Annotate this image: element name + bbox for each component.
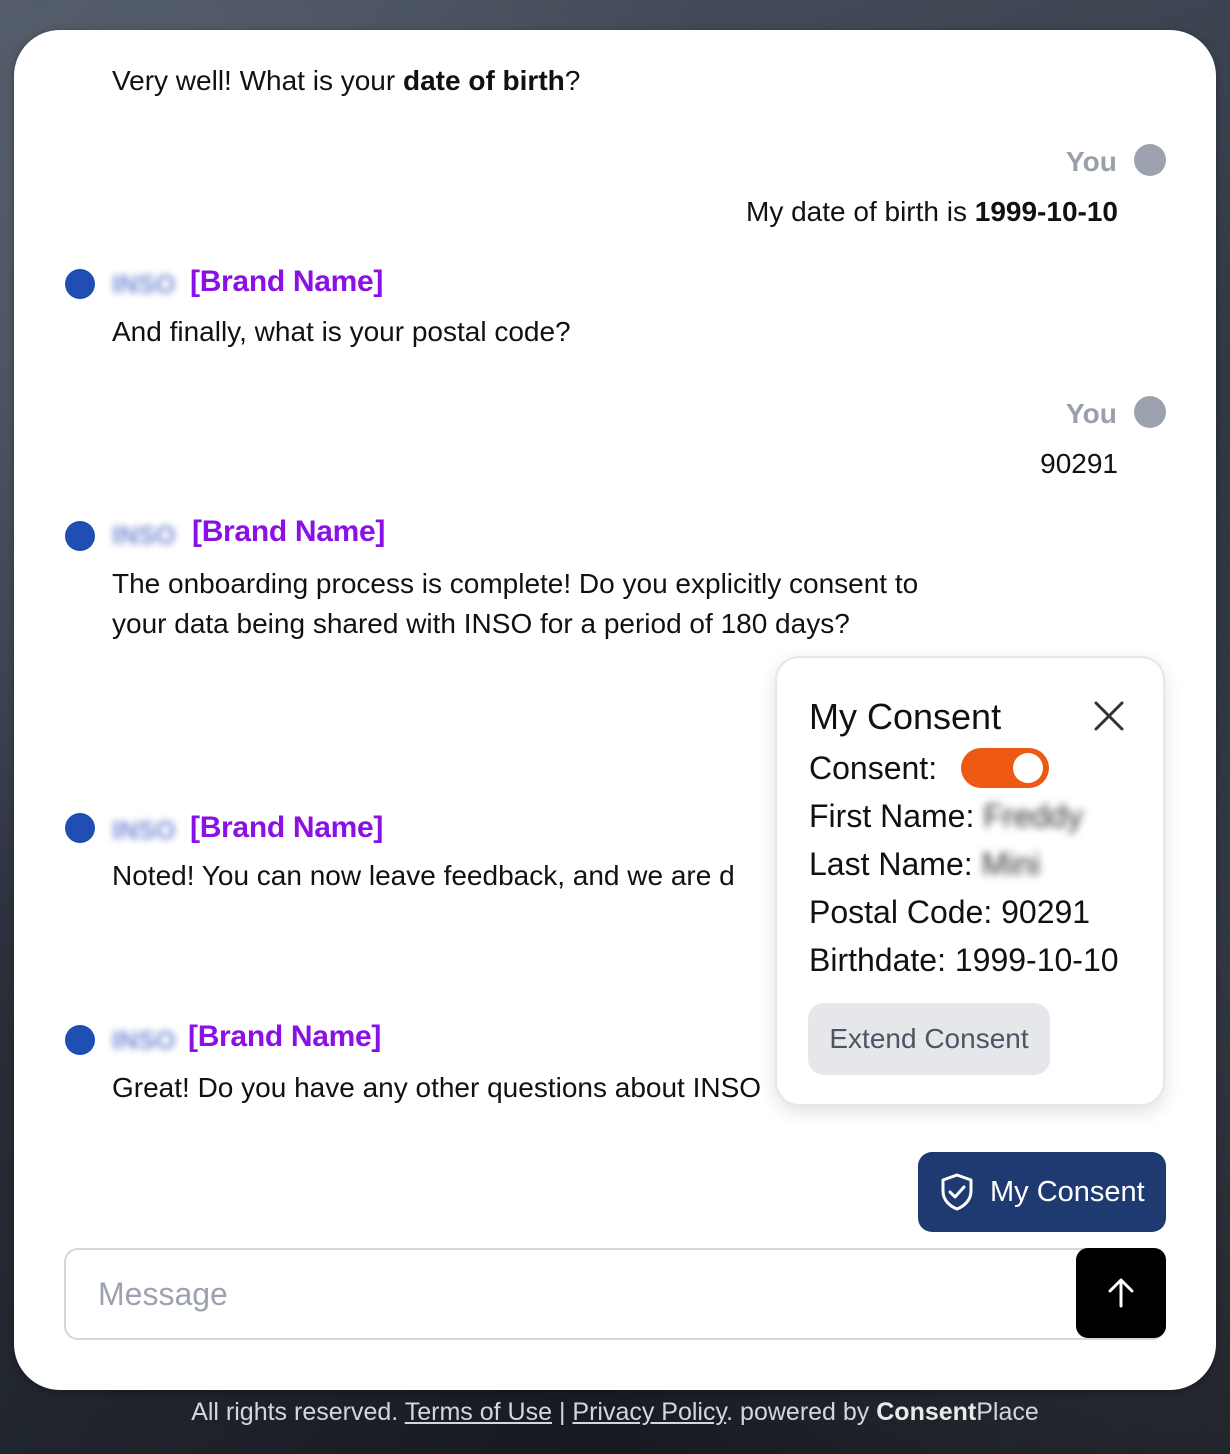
bot-name-blurred: INSO: [112, 520, 176, 550]
first-name-row: First Name: Freddy: [809, 798, 1083, 834]
terms-link[interactable]: Terms of Use: [405, 1398, 552, 1426]
consentplace-logo: ConsentPlace: [876, 1398, 1039, 1426]
message-input[interactable]: [98, 1250, 1058, 1338]
birthdate-row: Birthdate: 1999-10-10: [809, 942, 1119, 978]
bot-avatar: [65, 1025, 95, 1055]
bot-brand-name: [Brand Name]: [192, 515, 386, 548]
user-avatar: [1134, 396, 1166, 428]
postal-code-row: Postal Code: 90291: [809, 894, 1091, 930]
bot-message: And finally, what is your postal code?: [112, 316, 571, 347]
bot-avatar: [65, 521, 95, 551]
user-avatar: [1134, 144, 1166, 176]
arrow-up-icon: [1108, 1278, 1134, 1308]
privacy-link[interactable]: Privacy Policy: [572, 1398, 726, 1426]
partial-bot-message: Very well! What is your date of birth?: [112, 65, 581, 96]
bot-message-line: The onboarding process is complete! Do y…: [112, 568, 919, 599]
bot-message: Great! Do you have any other questions a…: [112, 1072, 762, 1103]
user-message: My date of birth is 1999-10-10: [746, 196, 1118, 227]
bot-name-blurred: INSO: [112, 269, 176, 299]
bot-avatar: [65, 269, 95, 299]
bot-brand-name: [Brand Name]: [190, 811, 384, 844]
first-name-value: Freddy: [983, 798, 1083, 834]
consent-panel-title: My Consent: [809, 696, 1002, 737]
close-button[interactable]: [1091, 698, 1127, 734]
message-composer: [64, 1248, 1166, 1340]
user-message: 90291: [1040, 448, 1118, 479]
extend-consent-button[interactable]: Extend Consent: [808, 1003, 1050, 1075]
consent-label: Consent:: [809, 750, 938, 786]
consent-panel: My Consent Consent: First Name: Freddy L…: [775, 656, 1165, 1106]
footer: All rights reserved. Terms of Use | Priv…: [191, 1398, 1039, 1426]
toggle-knob: [1013, 753, 1043, 783]
send-button[interactable]: [1076, 1248, 1166, 1338]
bot-message: Noted! You can now leave feedback, and w…: [112, 860, 735, 891]
chat-card: Very well! What is your date of birth? Y…: [14, 30, 1216, 1390]
bot-brand-name: [Brand Name]: [190, 265, 384, 298]
bot-brand-name: [Brand Name]: [188, 1020, 382, 1053]
bot-name-blurred: INSO: [112, 815, 176, 845]
user-label: You: [1066, 146, 1117, 177]
last-name-row: Last Name: Mini: [809, 846, 1041, 882]
user-label: You: [1066, 398, 1117, 429]
bot-name-blurred: INSO: [112, 1025, 176, 1055]
postal-code-value: 90291: [1001, 894, 1091, 930]
close-icon: [1094, 701, 1124, 731]
consent-toggle[interactable]: [961, 748, 1049, 788]
my-consent-button[interactable]: My Consent: [918, 1152, 1166, 1232]
last-name-value: Mini: [981, 846, 1041, 882]
birthdate-value: 1999-10-10: [954, 942, 1119, 978]
my-consent-label: My Consent: [990, 1175, 1145, 1208]
shield-check-icon: [941, 1173, 973, 1211]
bot-avatar: [65, 813, 95, 843]
bot-message-line: your data being shared with INSO for a p…: [112, 608, 850, 639]
